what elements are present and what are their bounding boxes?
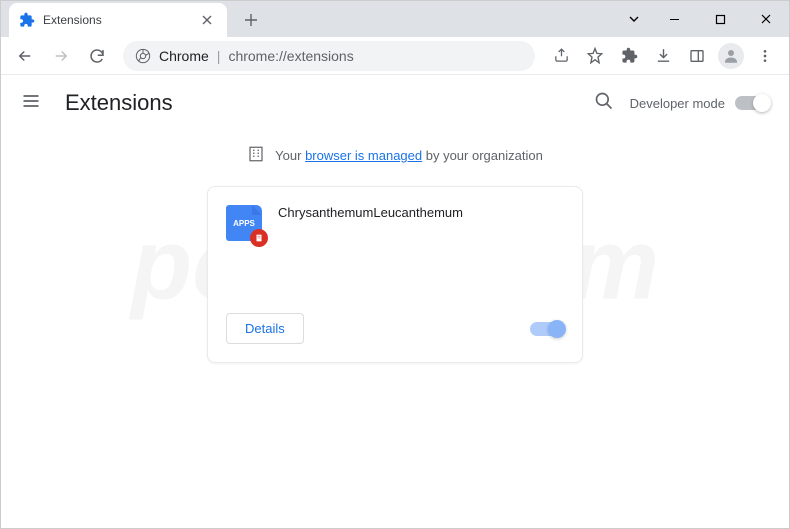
reload-button[interactable] — [81, 40, 113, 72]
window-titlebar: Extensions — [1, 1, 789, 37]
browser-toolbar: Chrome | chrome://extensions — [1, 37, 789, 75]
window-controls — [617, 1, 789, 37]
toggle-knob — [753, 94, 771, 112]
managed-link[interactable]: browser is managed — [305, 148, 422, 163]
tab-title: Extensions — [43, 13, 191, 27]
extension-card: APPS ChrysanthemumLeucanthemum Details — [207, 186, 583, 363]
downloads-icon[interactable] — [647, 40, 679, 72]
developer-mode: Developer mode — [630, 96, 769, 111]
page-title: Extensions — [65, 90, 594, 116]
tab-search-icon[interactable] — [617, 4, 651, 34]
url-text: Chrome | chrome://extensions — [159, 48, 523, 64]
browser-tab[interactable]: Extensions — [9, 3, 227, 37]
forward-button[interactable] — [45, 40, 77, 72]
bookmark-icon[interactable] — [579, 40, 611, 72]
maximize-button[interactable] — [697, 4, 743, 34]
menu-hamburger-icon[interactable] — [21, 91, 45, 115]
chrome-icon — [135, 48, 151, 64]
menu-icon[interactable] — [749, 40, 781, 72]
extension-name: ChrysanthemumLeucanthemum — [278, 205, 463, 285]
extensions-icon[interactable] — [613, 40, 645, 72]
extensions-header: Extensions Developer mode — [1, 75, 789, 131]
toggle-knob — [548, 320, 566, 338]
address-bar[interactable]: Chrome | chrome://extensions — [123, 41, 535, 71]
minimize-button[interactable] — [651, 4, 697, 34]
details-button[interactable]: Details — [226, 313, 304, 344]
extension-app-icon: APPS — [226, 205, 262, 241]
sidepanel-icon[interactable] — [681, 40, 713, 72]
developer-mode-label: Developer mode — [630, 96, 725, 111]
search-icon[interactable] — [594, 91, 614, 116]
developer-mode-toggle[interactable] — [735, 96, 769, 110]
managed-banner: Your browser is managed by your organiza… — [1, 131, 789, 186]
new-tab-button[interactable] — [237, 6, 265, 34]
extension-icon — [19, 12, 35, 28]
tab-close-icon[interactable] — [199, 12, 215, 28]
close-window-button[interactable] — [743, 4, 789, 34]
building-icon — [247, 145, 265, 166]
share-icon[interactable] — [545, 40, 577, 72]
managed-badge-icon — [250, 229, 268, 247]
back-button[interactable] — [9, 40, 41, 72]
profile-avatar[interactable] — [715, 40, 747, 72]
extension-enable-toggle[interactable] — [530, 322, 564, 336]
